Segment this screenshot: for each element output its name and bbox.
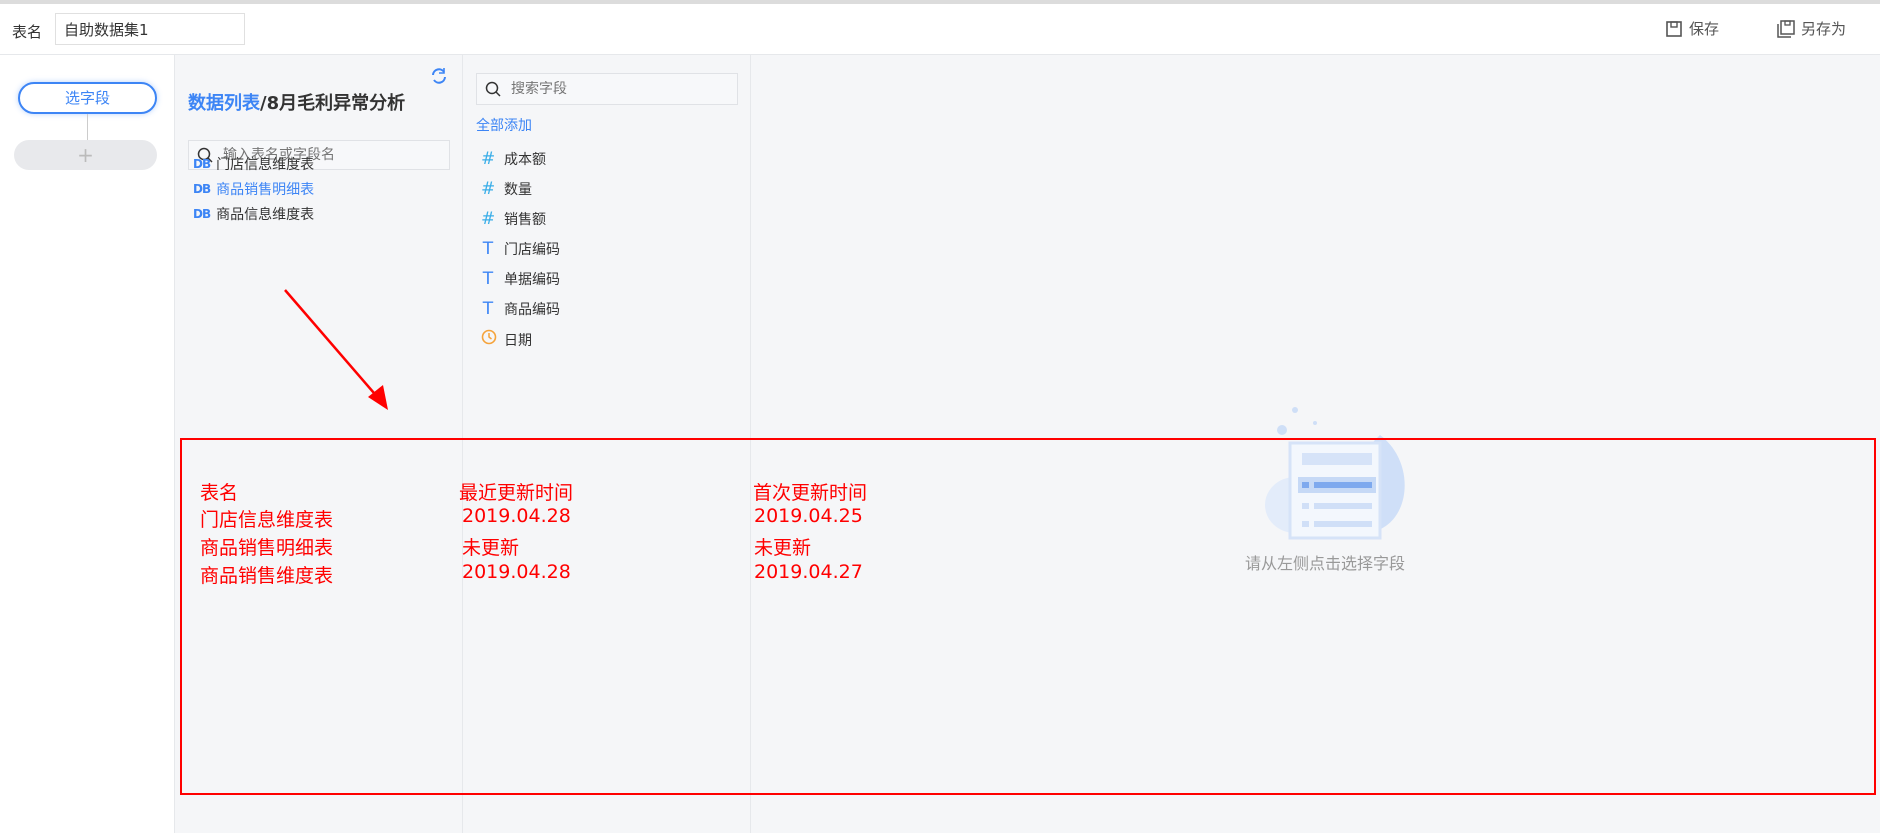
field-search-input[interactable] bbox=[511, 81, 711, 97]
breadcrumb-data-list[interactable]: 数据列表 bbox=[188, 93, 260, 114]
database-icon: DB bbox=[193, 207, 211, 221]
table-label: 门店信息维度表 bbox=[216, 157, 315, 173]
field-item[interactable]: T 门店编码 bbox=[481, 239, 560, 259]
table-item[interactable]: DB 门店信息维度表 bbox=[193, 154, 314, 174]
save-as-icon bbox=[1777, 19, 1795, 38]
search-icon bbox=[485, 81, 501, 97]
field-item[interactable]: # 数量 bbox=[481, 179, 532, 199]
field-item[interactable]: # 销售额 bbox=[481, 209, 546, 229]
text-icon: T bbox=[482, 299, 494, 319]
annotation-cell: 未更新 bbox=[462, 537, 520, 559]
annotation-header: 表名 bbox=[200, 482, 239, 504]
save-as-label: 另存为 bbox=[1801, 20, 1847, 38]
add-all-button[interactable]: 全部添加 bbox=[476, 115, 532, 135]
field-item[interactable]: T 商品编码 bbox=[481, 299, 560, 319]
breadcrumb: 数据列表/8月毛利异常分析 bbox=[188, 89, 405, 115]
annotation-box bbox=[180, 438, 1876, 795]
field-label: 商品编码 bbox=[504, 302, 560, 318]
database-icon: DB bbox=[193, 182, 211, 196]
breadcrumb-current: /8月毛利异常分析 bbox=[260, 93, 406, 114]
number-icon: # bbox=[481, 149, 496, 169]
annotation-cell: 商品销售维度表 bbox=[200, 565, 334, 587]
table-item[interactable]: DB 商品销售明细表 bbox=[193, 179, 314, 199]
clock-icon bbox=[481, 329, 497, 350]
annotation-header: 最近更新时间 bbox=[459, 482, 574, 504]
number-icon: # bbox=[481, 209, 496, 229]
field-label: 日期 bbox=[504, 332, 532, 349]
annotation-cell: 商品销售明细表 bbox=[200, 537, 334, 559]
field-label: 成本额 bbox=[504, 152, 546, 168]
table-label: 商品信息维度表 bbox=[216, 207, 315, 223]
field-item[interactable]: T 单据编码 bbox=[481, 269, 560, 289]
database-icon: DB bbox=[193, 157, 211, 171]
table-name-label: 表名 bbox=[12, 23, 43, 41]
save-as-button[interactable]: 另存为 bbox=[1777, 18, 1846, 39]
annotation-cell: 未更新 bbox=[754, 537, 812, 559]
save-label: 保存 bbox=[1689, 20, 1720, 38]
step-select-fields[interactable]: 选字段 bbox=[18, 82, 157, 114]
annotation-cell: 2019.04.28 bbox=[462, 505, 571, 527]
annotation-cell: 2019.04.28 bbox=[462, 561, 571, 583]
red-arrow-annotation bbox=[284, 289, 388, 410]
annotation-cell: 2019.04.25 bbox=[754, 505, 863, 527]
table-label: 商品销售明细表 bbox=[216, 182, 315, 198]
step-connector bbox=[87, 114, 88, 140]
field-item[interactable]: # 成本额 bbox=[481, 149, 546, 169]
steps-panel: 选字段 + bbox=[0, 55, 175, 833]
add-step-button[interactable]: + bbox=[14, 140, 157, 170]
table-name-input[interactable] bbox=[55, 13, 245, 45]
number-icon: # bbox=[481, 179, 496, 199]
field-label: 销售额 bbox=[504, 212, 546, 228]
field-label: 单据编码 bbox=[504, 272, 560, 288]
field-search-box[interactable] bbox=[476, 73, 738, 105]
header: 表名 保存 另存为 bbox=[0, 4, 1880, 55]
field-label: 数量 bbox=[504, 182, 532, 198]
text-icon: T bbox=[482, 269, 494, 289]
annotation-header: 首次更新时间 bbox=[753, 482, 868, 504]
save-button[interactable]: 保存 bbox=[1665, 18, 1719, 39]
annotation-cell: 2019.04.27 bbox=[754, 561, 863, 583]
table-item[interactable]: DB 商品信息维度表 bbox=[193, 204, 314, 224]
field-label: 门店编码 bbox=[504, 242, 560, 258]
text-icon: T bbox=[482, 239, 494, 259]
refresh-icon[interactable] bbox=[430, 67, 448, 85]
field-item[interactable]: 日期 bbox=[481, 329, 532, 350]
save-icon bbox=[1666, 20, 1682, 37]
annotation-cell: 门店信息维度表 bbox=[200, 509, 334, 531]
